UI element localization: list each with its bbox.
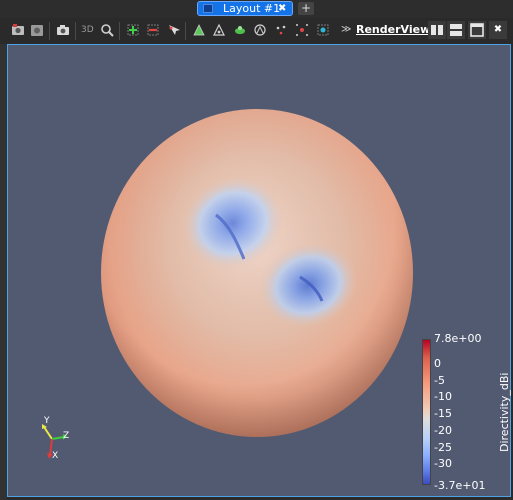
legend-tick-label: -30: [434, 457, 452, 470]
split-vertical-button[interactable]: [447, 21, 465, 39]
legend-title: Directivity_dBi: [498, 372, 511, 452]
tab-close-icon[interactable]: ✖: [278, 2, 286, 16]
legend-tick-label: 0: [434, 357, 441, 370]
tab-label: Layout #1: [223, 2, 281, 15]
axis-z-label: Z: [63, 431, 70, 441]
clear-selection-icon[interactable]: [316, 23, 330, 37]
hover-points-icon[interactable]: [274, 23, 288, 37]
legend-tick-label: -5: [434, 374, 445, 387]
restore-view-icon[interactable]: [30, 23, 44, 37]
axis-y-label: Y: [44, 416, 50, 426]
split-horizontal-button[interactable]: [428, 21, 446, 39]
select-block-icon[interactable]: [233, 23, 247, 37]
tab-bar: Layout #1 ✖ +: [0, 0, 513, 19]
zoom-to-data-icon[interactable]: [100, 23, 114, 37]
toolbar-separator: [75, 22, 76, 40]
maximize-view-button[interactable]: [468, 21, 486, 39]
legend-tick-label: -25: [434, 441, 452, 454]
color-legend-bar[interactable]: [422, 339, 431, 485]
camera-mode-3d-button[interactable]: 3D: [81, 24, 94, 36]
surface-shading: [101, 109, 413, 437]
add-tab-button[interactable]: +: [298, 2, 314, 15]
grow-selection-icon[interactable]: [295, 23, 309, 37]
left-panel-edge: [0, 44, 7, 500]
select-cells-with-polygon-icon[interactable]: [192, 23, 206, 37]
layout-icon: [203, 4, 213, 13]
view-toolbar: 3D ≫ RenderView1 ✖: [0, 18, 513, 44]
select-points-with-polygon-icon[interactable]: [212, 23, 226, 37]
legend-tick-label: 7.8e+00: [434, 332, 482, 345]
hover-cells-icon[interactable]: [253, 23, 267, 37]
legend-tick-label: -15: [434, 407, 452, 420]
legend-tick-label: -20: [434, 424, 452, 437]
tab-layout-1[interactable]: Layout #1 ✖: [197, 1, 293, 16]
toolbar-separator: [119, 22, 120, 40]
camera-icon[interactable]: [56, 23, 70, 37]
view-chevron-icon: ≫: [341, 24, 352, 35]
view-name-label[interactable]: RenderView1: [356, 23, 438, 37]
axis-x-label: X: [52, 451, 59, 461]
toolbar-separator: [185, 22, 186, 40]
legend-tick-label: -10: [434, 390, 452, 403]
close-view-button[interactable]: ✖: [489, 21, 507, 39]
toolbar-separator: [49, 22, 50, 40]
select-points-on-icon[interactable]: [146, 23, 160, 37]
legend-tick-label: -3.7e+01: [434, 479, 486, 492]
select-cells-on-icon[interactable]: [126, 23, 140, 37]
capture-screenshot-icon[interactable]: [11, 23, 25, 37]
interactive-select-icon[interactable]: [166, 23, 180, 37]
